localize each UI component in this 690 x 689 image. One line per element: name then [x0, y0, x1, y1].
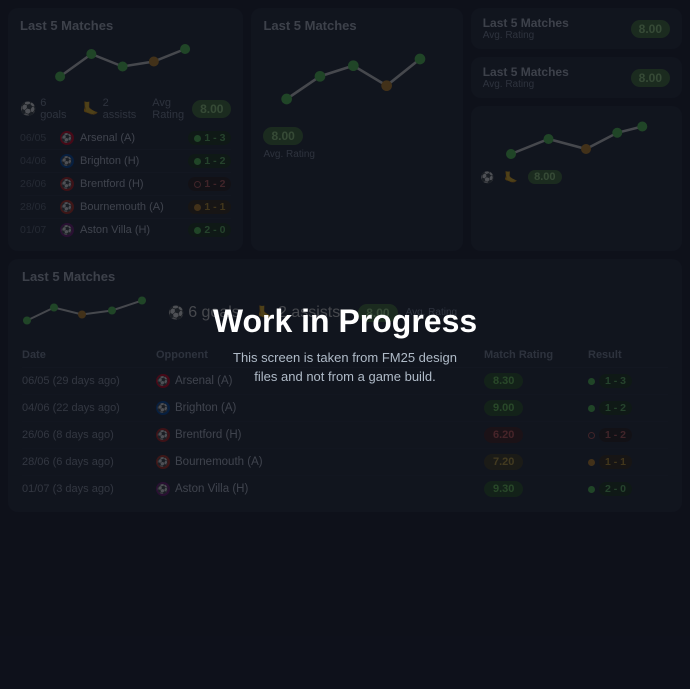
overlay-title: Work in Progress	[213, 303, 477, 340]
overlay-box: Work in Progress This screen is taken fr…	[183, 283, 507, 407]
work-in-progress-overlay: Work in Progress This screen is taken fr…	[0, 0, 690, 689]
overlay-subtitle: This screen is taken from FM25 designfil…	[213, 348, 477, 387]
